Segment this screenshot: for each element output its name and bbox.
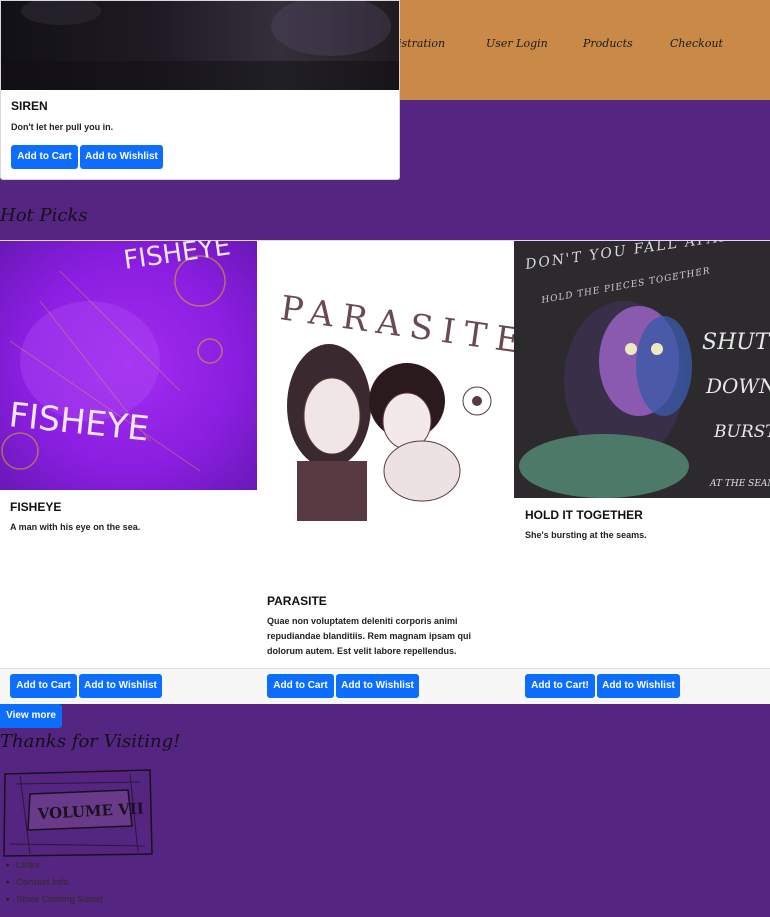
- nav-registration-link[interactable]: istration: [398, 37, 445, 50]
- product-card-parasite: PARASITES PARASITE Quae non voluptatem d…: [257, 241, 515, 704]
- view-more-button[interactable]: View more: [0, 704, 62, 728]
- product-title: FISHEYE: [10, 500, 62, 514]
- product-card-fisheye: FISHEYE FISHEYE FISHEYE A man with his e…: [0, 241, 258, 704]
- product-description: Don't let her pull you in.: [11, 122, 114, 132]
- hold-art-text-6: AT THE SEAMS: [709, 479, 770, 489]
- hold-art-text-5: BURST: [713, 422, 770, 442]
- siren-artwork-image: [1, 1, 399, 90]
- product-title: PARASITE: [267, 594, 327, 608]
- add-to-cart-button[interactable]: Add to Cart!: [525, 674, 595, 698]
- card-footer: Add to Cart Add to Wishlist: [0, 668, 257, 704]
- add-to-wishlist-button[interactable]: Add to Wishlist: [80, 145, 163, 169]
- fisheye-artwork-image: FISHEYE FISHEYE: [0, 241, 257, 490]
- product-description: Quae non voluptatem deleniti corporis an…: [267, 616, 472, 656]
- hot-picks-row: FISHEYE FISHEYE FISHEYE A man with his e…: [0, 240, 770, 704]
- product-title: HOLD IT TOGETHER: [525, 508, 643, 522]
- thanks-heading: Thanks for Visiting!: [0, 731, 181, 752]
- add-to-wishlist-button[interactable]: Add to Wishlist: [597, 674, 680, 698]
- hold-art-text-3: SHUT: [702, 330, 770, 355]
- nav-user-login-link[interactable]: User Login: [486, 37, 548, 50]
- hold-it-together-artwork-image: DON'T YOU FALL APART HOLD THE PIECES TOG…: [514, 241, 770, 498]
- nav-products-link[interactable]: Products: [583, 37, 633, 50]
- footer-link-links[interactable]: Links: [6, 860, 103, 877]
- product-title: SIREN: [11, 99, 48, 113]
- add-to-wishlist-button[interactable]: Add to Wishlist: [336, 674, 419, 698]
- product-description: A man with his eye on the sea.: [10, 522, 141, 532]
- add-to-cart-button[interactable]: Add to Cart: [267, 674, 334, 698]
- footer-links-list: Links Contact Info Store Coming Soon!: [6, 860, 103, 911]
- product-description: She's bursting at the seams.: [525, 530, 647, 540]
- card-footer: Add to Cart Add to Wishlist: [257, 668, 514, 704]
- hot-picks-heading: Hot Picks: [0, 205, 88, 226]
- featured-product-card: SIREN Don't let her pull you in. Add to …: [0, 0, 400, 180]
- add-to-wishlist-button[interactable]: Add to Wishlist: [79, 674, 162, 698]
- footer-link-store-coming-soon[interactable]: Store Coming Soon!: [6, 894, 103, 911]
- volume-vii-logo: VOLUME VII: [0, 764, 155, 859]
- product-card-hold-it-together: DON'T YOU FALL APART HOLD THE PIECES TOG…: [514, 241, 770, 704]
- parasite-artwork-image: PARASITES: [257, 241, 514, 581]
- nav-checkout-link[interactable]: Checkout: [670, 37, 723, 50]
- card-footer: Add to Cart! Add to Wishlist: [514, 668, 770, 704]
- footer-link-contact-info[interactable]: Contact Info: [6, 877, 103, 894]
- hold-art-text-4: DOWN: [705, 374, 770, 398]
- add-to-cart-button[interactable]: Add to Cart: [11, 145, 78, 169]
- add-to-cart-button[interactable]: Add to Cart: [10, 674, 77, 698]
